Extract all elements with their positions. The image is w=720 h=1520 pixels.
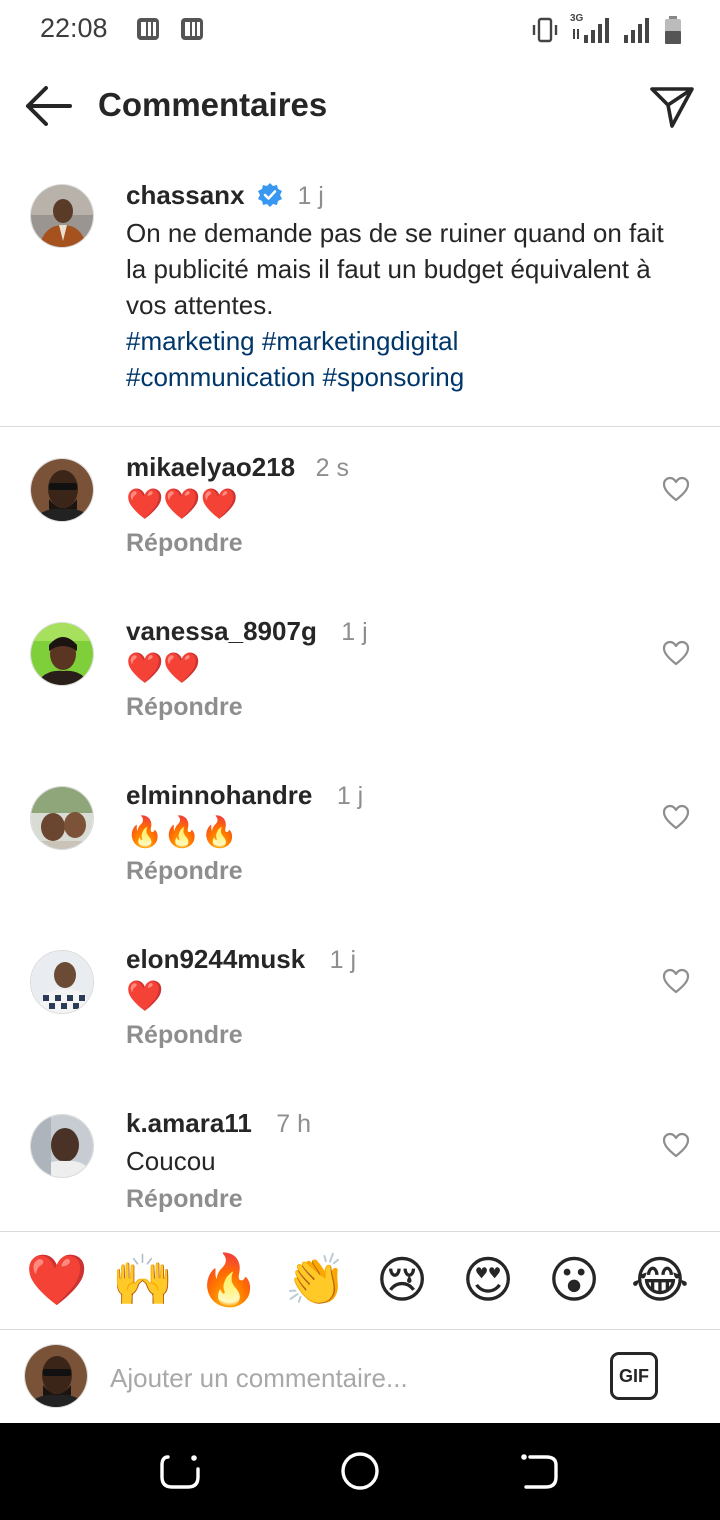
verified-badge-icon: [257, 183, 282, 207]
comment-body: k.amara11 7 h Coucou Répondre: [126, 1108, 626, 1214]
reply-button[interactable]: Répondre: [126, 529, 243, 558]
app-notification-icon: [137, 18, 159, 40]
timestamp: 2 s: [315, 454, 349, 482]
header: Commentaires: [0, 62, 720, 152]
status-indicators: 3G: [532, 13, 682, 46]
username[interactable]: vanessa_8907g: [126, 616, 317, 646]
quick-reaction-bar: ❤️ 🙌 🔥 👏 😢 😍 😮 😂: [0, 1231, 720, 1329]
arrow-left-icon: [26, 86, 72, 126]
comment-item: elminnohandre 1 j 🔥🔥🔥 Répondre: [0, 780, 720, 950]
username[interactable]: chassanx: [126, 180, 245, 210]
hashtag-link[interactable]: #marketing: [126, 326, 255, 356]
back-button[interactable]: [22, 84, 74, 128]
reaction-heart[interactable]: ❤️: [25, 1248, 89, 1312]
avatar[interactable]: [30, 184, 94, 248]
reaction-heart-eyes[interactable]: 😍: [456, 1248, 520, 1312]
timestamp: 1 j: [341, 618, 368, 646]
comment-text: 🔥🔥🔥: [126, 816, 239, 849]
heart-icon[interactable]: [662, 640, 690, 666]
page-title: Commentaires: [98, 86, 328, 123]
hashtag-link[interactable]: #communication: [126, 362, 315, 392]
current-user-avatar: [24, 1344, 88, 1408]
divider: [0, 426, 720, 427]
comment-composer: GIF: [0, 1329, 720, 1423]
battery-icon: [665, 16, 681, 44]
signal-icon: 3G: [570, 13, 610, 45]
caption-body: chassanx 1 j On ne demande pas de se rui…: [126, 180, 666, 395]
comment-text: ❤️: [126, 980, 164, 1013]
heart-icon[interactable]: [662, 476, 690, 502]
reaction-raising-hands[interactable]: 🙌: [111, 1248, 175, 1312]
reaction-laughing[interactable]: 😂: [628, 1248, 692, 1312]
comment-text: Coucou: [126, 1146, 216, 1176]
comment-item: elon9244musk 1 j ❤️ Répondre: [0, 944, 720, 1114]
reaction-fire[interactable]: 🔥: [197, 1248, 261, 1312]
timestamp: 1 j: [329, 946, 357, 974]
vibrate-icon: [532, 17, 558, 43]
paper-plane-icon: [650, 87, 694, 128]
avatar[interactable]: [30, 786, 94, 850]
hashtag-list: #marketing #marketingdigital #communicat…: [126, 323, 666, 395]
reply-button[interactable]: Répondre: [126, 693, 243, 722]
heart-icon[interactable]: [662, 1132, 690, 1158]
comment-body: elminnohandre 1 j 🔥🔥🔥 Répondre: [126, 780, 626, 886]
status-time: 22:08: [40, 13, 108, 43]
reply-button[interactable]: Répondre: [126, 1021, 243, 1050]
avatar[interactable]: [30, 622, 94, 686]
username[interactable]: k.amara11: [126, 1108, 252, 1138]
home-icon[interactable]: [338, 1449, 382, 1493]
username[interactable]: elon9244musk: [126, 944, 305, 974]
share-button[interactable]: [648, 82, 696, 130]
signal-icon: [624, 18, 649, 43]
back-nav-icon[interactable]: [516, 1449, 560, 1493]
recent-apps-icon[interactable]: [158, 1449, 202, 1493]
timestamp: 7 h: [276, 1110, 312, 1138]
status-bar: 22:08 3G: [0, 0, 720, 62]
avatar[interactable]: [30, 950, 94, 1014]
caption-text: On ne demande pas de se ruiner quand on …: [126, 218, 664, 320]
comment-body: mikaelyao218 2 s ❤️❤️❤️ Répondre: [126, 452, 626, 558]
comment-body: elon9244musk 1 j ❤️ Répondre: [126, 944, 626, 1050]
reaction-clapping[interactable]: 👏: [284, 1248, 348, 1312]
comment-body: vanessa_8907g 1 j ❤️❤️ Répondre: [126, 616, 626, 722]
timestamp: 1 j: [336, 782, 364, 810]
hashtag-link[interactable]: #marketingdigital: [262, 326, 459, 356]
username[interactable]: elminnohandre: [126, 780, 312, 810]
gif-button[interactable]: GIF: [610, 1352, 658, 1400]
reply-button[interactable]: Répondre: [126, 857, 243, 886]
heart-icon[interactable]: [662, 968, 690, 994]
avatar[interactable]: [30, 458, 94, 522]
hashtag-link[interactable]: #sponsoring: [323, 362, 465, 392]
comment-item: mikaelyao218 2 s ❤️❤️❤️ Répondre: [0, 452, 720, 622]
system-navigation-bar: [0, 1423, 720, 1520]
reply-button[interactable]: Répondre: [126, 1185, 243, 1214]
reaction-surprised[interactable]: 😮: [542, 1248, 606, 1312]
timestamp: 1 j: [297, 182, 324, 210]
avatar[interactable]: [30, 1114, 94, 1178]
reaction-crying[interactable]: 😢: [370, 1248, 434, 1312]
username[interactable]: mikaelyao218: [126, 452, 295, 482]
comment-item: vanessa_8907g 1 j ❤️❤️ Répondre: [0, 616, 720, 786]
heart-icon[interactable]: [662, 804, 690, 830]
comment-text: ❤️❤️: [126, 652, 201, 685]
app-notification-icon: [181, 18, 203, 40]
comment-input[interactable]: [110, 1358, 570, 1398]
comment-text: ❤️❤️❤️: [126, 488, 239, 521]
